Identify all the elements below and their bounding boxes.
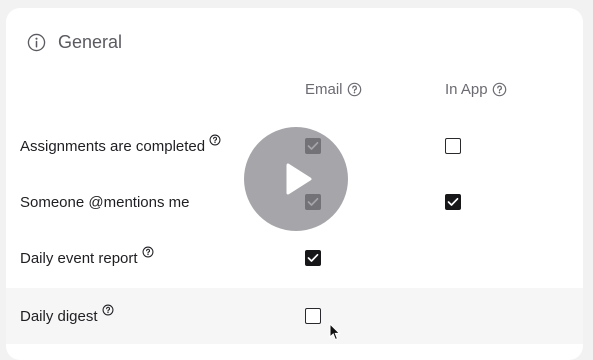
help-icon[interactable] xyxy=(142,246,154,258)
in-app-checkbox[interactable] xyxy=(445,194,461,210)
in-app-checkbox[interactable] xyxy=(445,138,461,154)
help-icon[interactable] xyxy=(209,134,221,146)
column-header-email: Email xyxy=(305,81,362,98)
help-icon[interactable] xyxy=(102,304,114,316)
settings-row-daily-event-report: Daily event report xyxy=(6,230,583,286)
column-header-in-app: In App xyxy=(445,81,507,98)
section-header: General xyxy=(27,32,122,53)
email-checkbox[interactable] xyxy=(305,250,321,266)
row-label-container: Daily digest xyxy=(20,288,114,344)
row-label: Assignments are completed xyxy=(20,137,206,155)
row-label-container: Someone @mentions me xyxy=(20,174,189,230)
help-icon[interactable] xyxy=(347,82,362,97)
row-label-container: Daily event report xyxy=(20,230,154,286)
mouse-cursor-icon xyxy=(329,322,341,346)
section-title: General xyxy=(58,32,123,52)
row-label: Daily digest xyxy=(20,307,98,325)
column-header-label: Email xyxy=(305,81,343,98)
play-button[interactable] xyxy=(244,127,348,231)
column-header-label: In App xyxy=(445,81,488,98)
settings-row-daily-digest: Daily digest xyxy=(6,288,583,344)
row-label-container: Assignments are completed xyxy=(20,118,221,174)
row-label: Daily event report xyxy=(20,249,138,267)
email-checkbox[interactable] xyxy=(305,308,321,324)
help-icon[interactable] xyxy=(492,82,507,97)
row-label: Someone @mentions me xyxy=(20,193,190,211)
play-icon xyxy=(286,163,312,195)
info-icon xyxy=(27,33,46,52)
